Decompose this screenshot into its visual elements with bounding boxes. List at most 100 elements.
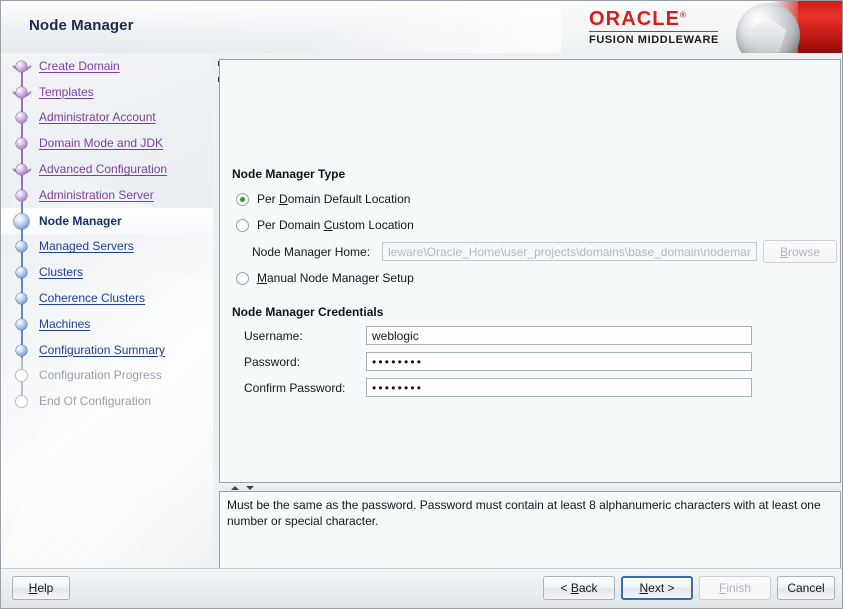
back-button[interactable]: < Back	[543, 576, 615, 600]
sidebar-item-label: Managed Servers	[39, 239, 134, 253]
node-current-icon	[13, 212, 31, 230]
sidebar-item-advanced-configuration[interactable]: Advanced Configuration	[1, 156, 213, 182]
help-button[interactable]: Help	[12, 576, 70, 600]
node-disabled-icon	[13, 366, 31, 384]
wizard-step-list: Create Domain Templates Administrator Acco…	[1, 53, 213, 414]
sidebar-item-end-of-configuration: End Of Configuration	[1, 388, 213, 414]
node-manager-home-row: Node Manager Home:	[252, 242, 757, 261]
radio-label: Per Domain Custom Location	[257, 218, 414, 232]
node-done-icon	[13, 108, 31, 126]
step-marker-icon	[14, 214, 29, 229]
radio-label: Per Domain Default Location	[257, 192, 410, 206]
node-upcoming-icon	[13, 289, 31, 307]
oracle-pentagon-icon	[749, 16, 787, 53]
help-text: Must be the same as the password. Passwo…	[227, 497, 833, 529]
password-row: Password:	[244, 352, 752, 371]
node-upcoming-icon	[13, 341, 31, 359]
radio-manual-node-manager-setup[interactable]: Manual Node Manager Setup	[236, 271, 414, 285]
collapse-down-arrow-icon[interactable]	[246, 486, 254, 490]
step-marker-icon	[16, 370, 27, 381]
sidebar-item-label: Clusters	[39, 265, 83, 279]
radio-per-domain-default-location[interactable]: Per Domain Default Location	[236, 192, 410, 206]
step-marker-icon	[16, 319, 27, 330]
sidebar-item-coherence-clusters[interactable]: Coherence Clusters	[1, 285, 213, 311]
oracle-wordmark: ORACLE®	[589, 8, 686, 31]
sidebar-item-label: Templates	[39, 85, 94, 99]
password-input[interactable]	[366, 352, 752, 371]
finish-button[interactable]: Finish	[699, 576, 771, 600]
node-manager-credentials-heading: Node Manager Credentials	[232, 305, 383, 319]
content-area: Node Manager Type Per Domain Default Loc…	[217, 57, 841, 571]
confirm-password-label: Confirm Password:	[244, 381, 366, 395]
form-panel: Node Manager Type Per Domain Default Loc…	[219, 59, 841, 483]
node-upcoming-icon	[13, 237, 31, 255]
sidebar-item-label: Domain Mode and JDK	[39, 136, 163, 150]
brand-product-name: FUSION MIDDLEWARE	[589, 34, 719, 46]
next-button[interactable]: Next >	[621, 576, 693, 600]
step-marker-icon	[16, 164, 27, 175]
sidebar-item-node-manager[interactable]: Node Manager	[1, 208, 213, 234]
sidebar-item-label: Configuration Summary	[39, 343, 165, 357]
node-done-icon	[13, 160, 31, 178]
sidebar-item-label: Node Manager	[39, 214, 122, 228]
wizard-step-sidebar: Create Domain Templates Administrator Acco…	[1, 53, 213, 609]
browse-button[interactable]: Browse	[763, 240, 837, 263]
node-done-icon	[13, 134, 31, 152]
password-label: Password:	[244, 355, 366, 369]
step-marker-icon	[16, 267, 27, 278]
cancel-button[interactable]: Cancel	[777, 576, 835, 600]
node-manager-type-heading: Node Manager Type	[232, 167, 345, 181]
node-manager-home-input[interactable]	[382, 242, 757, 261]
registered-trademark-icon: ®	[680, 10, 686, 19]
page-title: Node Manager	[29, 17, 134, 34]
confirm-password-row: Confirm Password:	[244, 378, 752, 397]
oracle-wordmark-text: ORACLE	[589, 8, 680, 30]
sidebar-item-create-domain[interactable]: Create Domain	[1, 53, 213, 79]
sidebar-item-label: End Of Configuration	[39, 394, 151, 408]
wizard-button-bar: Help < Back Next > Finish Cancel	[1, 568, 843, 608]
node-done-icon	[13, 57, 31, 75]
radio-button-icon[interactable]	[236, 193, 249, 206]
username-row: Username:	[244, 326, 752, 345]
sidebar-item-label: Machines	[39, 317, 90, 331]
collapse-up-arrow-icon[interactable]	[231, 486, 239, 490]
sidebar-item-machines[interactable]: Machines	[1, 311, 213, 337]
sidebar-item-managed-servers[interactable]: Managed Servers	[1, 234, 213, 260]
step-marker-icon	[16, 396, 27, 407]
radio-button-icon[interactable]	[236, 219, 249, 232]
sidebar-item-label: Administrator Account	[39, 110, 156, 124]
radio-per-domain-custom-location[interactable]: Per Domain Custom Location	[236, 218, 414, 232]
sidebar-item-label: Administration Server	[39, 188, 154, 202]
sidebar-item-clusters[interactable]: Clusters	[1, 259, 213, 285]
radio-label: Manual Node Manager Setup	[257, 271, 414, 285]
username-input[interactable]	[366, 326, 752, 345]
help-text-panel: Must be the same as the password. Passwo…	[219, 491, 841, 569]
step-marker-icon	[16, 112, 27, 123]
radio-button-icon[interactable]	[236, 272, 249, 285]
confirm-password-input[interactable]	[366, 378, 752, 397]
sidebar-item-administration-server[interactable]: Administration Server	[1, 182, 213, 208]
node-upcoming-icon	[13, 315, 31, 333]
step-marker-icon	[16, 293, 27, 304]
username-label: Username:	[244, 329, 366, 343]
sidebar-item-configuration-summary[interactable]: Configuration Summary	[1, 337, 213, 363]
window-header: Node Manager ORACLE® FUSION MIDDLEWARE	[1, 1, 843, 53]
node-manager-wizard-window: Node Manager ORACLE® FUSION MIDDLEWARE C…	[0, 0, 843, 609]
node-disabled-icon	[13, 392, 31, 410]
brand-divider	[589, 31, 718, 32]
step-marker-icon	[16, 138, 27, 149]
sidebar-item-label: Create Domain	[39, 59, 120, 73]
sidebar-item-configuration-progress: Configuration Progress	[1, 363, 213, 389]
oracle-branding: ORACLE® FUSION MIDDLEWARE	[561, 1, 843, 53]
sidebar-item-administrator-account[interactable]: Administrator Account	[1, 105, 213, 131]
step-marker-icon	[16, 61, 27, 72]
sidebar-item-domain-mode-and-jdk[interactable]: Domain Mode and JDK	[1, 130, 213, 156]
sidebar-item-label: Configuration Progress	[39, 368, 162, 382]
step-marker-icon	[16, 87, 27, 98]
sidebar-item-templates[interactable]: Templates	[1, 79, 213, 105]
brand-red-band	[798, 1, 843, 53]
node-done-icon	[13, 186, 31, 204]
sidebar-item-label: Advanced Configuration	[39, 162, 167, 176]
sidebar-item-label: Coherence Clusters	[39, 291, 145, 305]
step-marker-icon	[16, 190, 27, 201]
